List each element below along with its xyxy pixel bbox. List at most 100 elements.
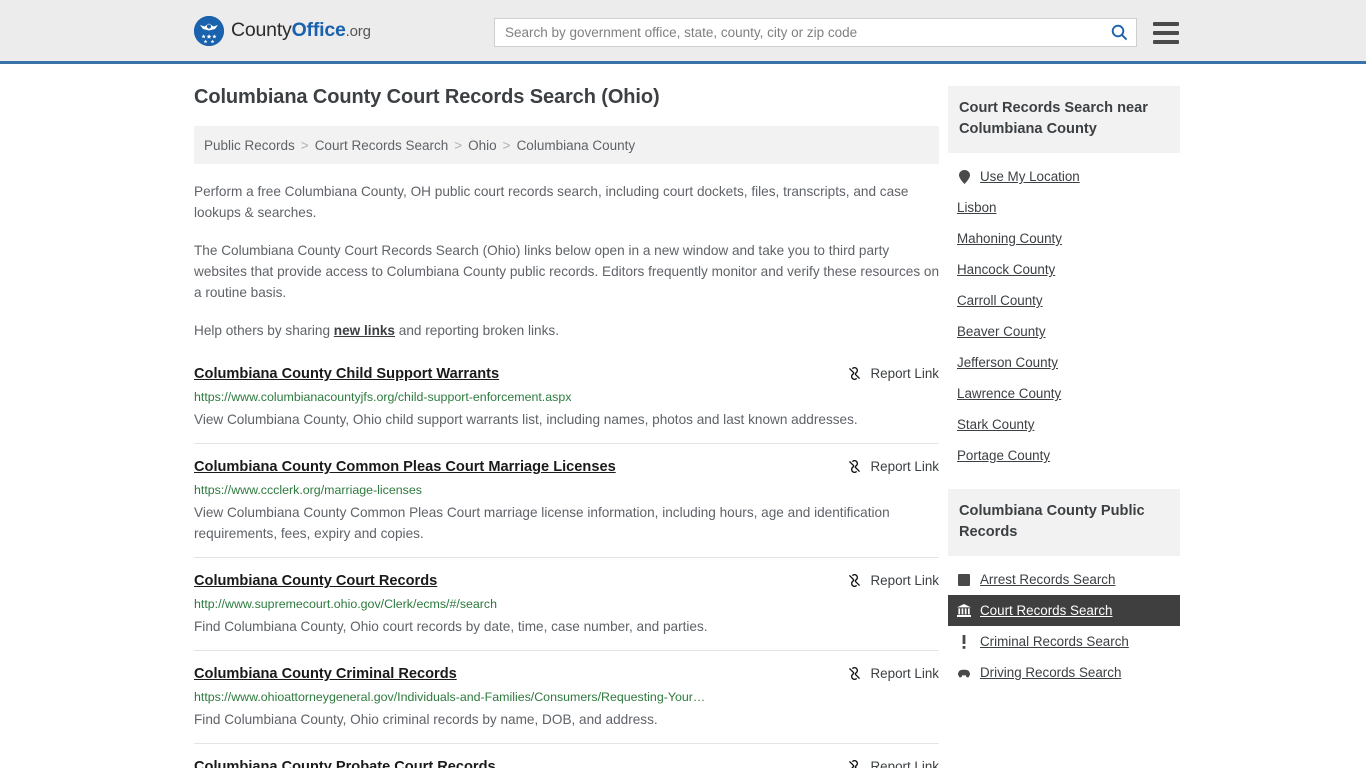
sidebar-link[interactable]: Driving Records Search [980, 665, 1121, 680]
sidebar-item-hancock-county[interactable]: Hancock County [948, 254, 1180, 285]
sidebar-item-mahoning-county[interactable]: Mahoning County [948, 223, 1180, 254]
result-item: Columbiana County Probate Court Records … [194, 743, 939, 768]
hamburger-bar [1153, 30, 1179, 35]
page-body: Columbiana County Court Records Search (… [0, 64, 1366, 768]
hamburger-bar [1153, 21, 1179, 26]
breadcrumb-item-ohio[interactable]: Ohio [468, 138, 497, 153]
logo-text-org: .org [345, 23, 371, 40]
map-pin-icon [957, 169, 971, 184]
sidebar-link[interactable]: Stark County [957, 417, 1034, 432]
broken-link-icon [848, 760, 858, 768]
broken-link-icon [848, 574, 860, 587]
report-link-button[interactable]: Report Link [847, 572, 939, 588]
report-link-button[interactable]: Report Link [847, 758, 939, 768]
result-item: Columbiana County Common Pleas Court Mar… [194, 443, 939, 557]
report-link-label: Report Link [870, 459, 939, 474]
breadcrumb-separator: > [502, 137, 511, 153]
breadcrumb-separator: > [454, 137, 463, 153]
sidebar-item-criminal-records-search[interactable]: Criminal Records Search [948, 626, 1180, 657]
broken-link-icon [848, 367, 860, 380]
sidebar-item-portage-county[interactable]: Portage County [948, 440, 1180, 471]
logo-text-county: County [231, 19, 292, 41]
breadcrumb-item-court-records-search[interactable]: Court Records Search [315, 138, 449, 153]
sidebar-item-use-my-location[interactable]: Use My Location [948, 161, 1180, 192]
search-icon[interactable] [1102, 19, 1136, 46]
result-title-link[interactable]: Columbiana County Common Pleas Court Mar… [194, 458, 616, 477]
search-input[interactable] [495, 19, 1102, 46]
intro-paragraph-2: The Columbiana County Court Records Sear… [194, 243, 940, 300]
sidebar-link[interactable]: Lisbon [957, 200, 996, 215]
exclamation-icon [957, 634, 971, 649]
sidebar-link[interactable]: Carroll County [957, 293, 1043, 308]
sidebar-item-carroll-county[interactable]: Carroll County [948, 285, 1180, 316]
breadcrumb: Public Records > Court Records Search > … [194, 126, 939, 164]
report-link-button[interactable]: Report Link [847, 365, 939, 381]
courthouse-icon [957, 604, 971, 618]
intro-paragraph-1: Perform a free Columbiana County, OH pub… [194, 184, 909, 220]
intro-text: Perform a free Columbiana County, OH pub… [194, 181, 939, 341]
eagle-seal-icon [194, 15, 224, 46]
sidebar-item-driving-records-search[interactable]: Driving Records Search [948, 657, 1180, 688]
result-header: Columbiana County Common Pleas Court Mar… [194, 458, 939, 477]
result-description: Find Columbiana County, Ohio criminal re… [194, 712, 658, 727]
sidebar-link[interactable]: Jefferson County [957, 355, 1058, 370]
report-link-button[interactable]: Report Link [847, 458, 939, 474]
result-description: View Columbiana County Common Pleas Cour… [194, 505, 890, 541]
intro-p3-after: and reporting broken links. [395, 323, 559, 338]
result-description: View Columbiana County, Ohio child suppo… [194, 412, 858, 427]
sidebar-item-lisbon[interactable]: Lisbon [948, 192, 1180, 223]
intro-paragraph-3: Help others by sharing new links and rep… [194, 320, 939, 341]
sidebar-link[interactable]: Arrest Records Search [980, 572, 1115, 587]
sidebar-link[interactable]: Hancock County [957, 262, 1055, 277]
sidebar-link[interactable]: Court Records Search [980, 603, 1112, 618]
breadcrumb-separator: > [300, 137, 309, 153]
sidebar-link[interactable]: Portage County [957, 448, 1050, 463]
hamburger-menu-icon[interactable] [1153, 21, 1179, 44]
report-link-button[interactable]: Report Link [847, 665, 939, 681]
sidebar-link[interactable]: Criminal Records Search [980, 634, 1129, 649]
site-header: CountyOffice.org [0, 0, 1366, 64]
result-title-link[interactable]: Columbiana County Child Support Warrants [194, 365, 499, 384]
result-title-link[interactable]: Columbiana County Probate Court Records [194, 758, 496, 768]
fingerprint-card-icon [957, 573, 971, 587]
logo-text-office: Office [291, 19, 346, 41]
sidebar-item-beaver-county[interactable]: Beaver County [948, 316, 1180, 347]
sidebar-link[interactable]: Mahoning County [957, 231, 1062, 246]
sidebar-item-lawrence-county[interactable]: Lawrence County [948, 378, 1180, 409]
sidebar-item-stark-county[interactable]: Stark County [948, 409, 1180, 440]
result-header: Columbiana County Court Records Report L… [194, 572, 939, 591]
sidebar-item-arrest-records-search[interactable]: Arrest Records Search [948, 564, 1180, 595]
result-item: Columbiana County Child Support Warrants… [194, 365, 939, 443]
result-url: https://www.ccclerk.org/marriage-license… [194, 483, 422, 497]
result-title-link[interactable]: Columbiana County Court Records [194, 572, 437, 591]
sidebar-public-records-list: Arrest Records Search Court Records Sear… [948, 556, 1180, 688]
sidebar-item-jefferson-county[interactable]: Jefferson County [948, 347, 1180, 378]
sidebar-nearby-heading: Court Records Search near Columbiana Cou… [948, 86, 1180, 153]
result-url: https://www.ohioattorneygeneral.gov/Indi… [194, 690, 706, 704]
sidebar-item-court-records-search[interactable]: Court Records Search [948, 595, 1180, 626]
result-header: Columbiana County Child Support Warrants… [194, 365, 939, 384]
header-search-area [494, 18, 1179, 47]
logo-wordmark: CountyOffice.org [231, 19, 371, 42]
breadcrumb-item-columbiana-county[interactable]: Columbiana County [517, 138, 636, 153]
main-content: Columbiana County Court Records Search (… [194, 86, 939, 768]
report-link-label: Report Link [870, 666, 939, 681]
breadcrumb-item-public-records[interactable]: Public Records [204, 138, 295, 153]
site-logo[interactable]: CountyOffice.org [194, 15, 371, 46]
sidebar-link[interactable]: Lawrence County [957, 386, 1061, 401]
search-box[interactable] [494, 18, 1137, 47]
result-url: http://www.supremecourt.ohio.gov/Clerk/e… [194, 597, 498, 611]
broken-link-icon [848, 667, 860, 680]
report-link-label: Report Link [870, 366, 939, 381]
result-header: Columbiana County Criminal Records Repor… [194, 665, 939, 684]
report-link-label: Report Link [870, 759, 939, 768]
sidebar-public-records-heading: Columbiana County Public Records [948, 489, 1180, 556]
sidebar-link[interactable]: Use My Location [980, 169, 1080, 184]
sidebar-nearby-list: Use My Location Lisbon Mahoning County H… [948, 153, 1180, 471]
page-title: Columbiana County Court Records Search (… [194, 86, 660, 108]
result-description: Find Columbiana County, Ohio court recor… [194, 619, 708, 634]
sidebar-link[interactable]: Beaver County [957, 324, 1046, 339]
new-links-link[interactable]: new links [334, 323, 395, 338]
result-title-link[interactable]: Columbiana County Criminal Records [194, 665, 457, 684]
intro-p3-before: Help others by sharing [194, 323, 334, 338]
